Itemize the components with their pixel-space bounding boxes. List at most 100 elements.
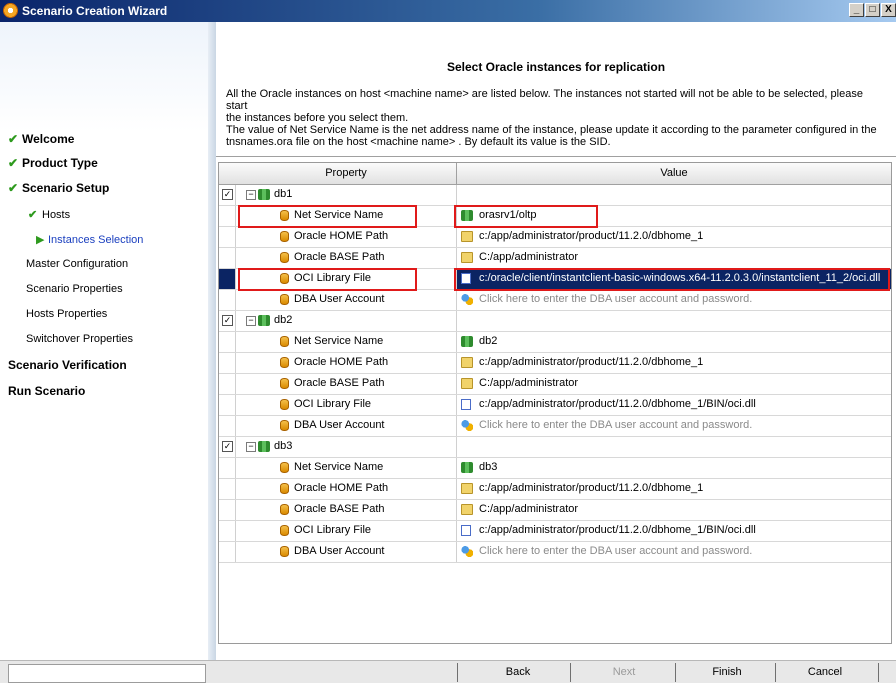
property-cell: − db1: [236, 185, 457, 205]
user-icon: [461, 546, 473, 557]
property-row[interactable]: Oracle HOME Path c:/app/administrator/pro…: [219, 479, 891, 500]
value-cell[interactable]: c:/app/administrator/product/11.2.0/dbho…: [457, 227, 891, 247]
step-hosts-properties[interactable]: Hosts Properties: [26, 308, 107, 320]
value-cell[interactable]: c:/app/administrator/product/11.2.0/dbho…: [457, 521, 891, 541]
collapse-toggle-icon[interactable]: −: [246, 190, 256, 200]
step-switchover-properties[interactable]: Switchover Properties: [26, 333, 133, 345]
step-label: Master Configuration: [26, 258, 129, 270]
property-row[interactable]: Oracle BASE Path C:/app/administrator: [219, 500, 891, 521]
property-row[interactable]: DBA User Account Click here to enter the …: [219, 542, 891, 563]
property-label: Oracle HOME Path: [294, 356, 389, 368]
value-cell[interactable]: c:/app/administrator/product/11.2.0/dbho…: [457, 479, 891, 499]
property-value: c:/app/administrator/product/11.2.0/dbho…: [479, 398, 756, 410]
property-cell: − db3: [236, 437, 457, 457]
value-cell[interactable]: c:/app/administrator/product/11.2.0/dbho…: [457, 395, 891, 415]
property-row[interactable]: Oracle BASE Path C:/app/administrator: [219, 374, 891, 395]
value-cell[interactable]: C:/app/administrator: [457, 374, 891, 394]
value-cell[interactable]: c:/app/administrator/product/11.2.0/dbho…: [457, 353, 891, 373]
step-product-type[interactable]: ✔ Product Type: [8, 156, 98, 170]
instance-row[interactable]: ✓ − db1: [219, 185, 891, 206]
property-row[interactable]: DBA User Account Click here to enter the …: [219, 290, 891, 311]
instance-row[interactable]: ✓ − db2: [219, 311, 891, 332]
property-row[interactable]: Oracle HOME Path c:/app/administrator/pro…: [219, 227, 891, 248]
value-cell[interactable]: Click here to enter the DBA user account…: [457, 416, 891, 436]
instance-checkbox[interactable]: ✓: [222, 315, 233, 326]
cancel-button[interactable]: Cancel: [800, 663, 850, 682]
property-cell: Oracle HOME Path: [236, 227, 457, 247]
property-row[interactable]: Net Service Name orasrv1/oltp: [219, 206, 891, 227]
property-icon: [280, 483, 289, 494]
row-gutter: [219, 395, 236, 415]
value-cell: [457, 311, 891, 331]
status-box: [8, 664, 206, 683]
close-button[interactable]: X: [881, 3, 896, 17]
instance-checkbox[interactable]: ✓: [222, 441, 233, 452]
collapse-toggle-icon[interactable]: −: [246, 442, 256, 452]
property-icon: [280, 504, 289, 515]
step-run-scenario[interactable]: Run Scenario: [8, 384, 85, 398]
property-row[interactable]: Oracle BASE Path C:/app/administrator: [219, 248, 891, 269]
step-instances-selection[interactable]: ▶ Instances Selection: [36, 233, 143, 246]
instance-row[interactable]: ✓ − db3: [219, 437, 891, 458]
value-cell[interactable]: c:/oracle/client/instantclient-basic-win…: [457, 269, 891, 289]
row-gutter: [219, 227, 236, 247]
property-value: C:/app/administrator: [479, 251, 579, 263]
row-gutter: [219, 332, 236, 352]
property-cell: Net Service Name: [236, 332, 457, 352]
user-icon: [461, 420, 473, 431]
property-icon: [280, 546, 289, 557]
database-icon: [258, 441, 270, 452]
value-cell[interactable]: db3: [457, 458, 891, 478]
row-gutter: [219, 416, 236, 436]
back-button[interactable]: Back: [498, 663, 538, 682]
column-header-property[interactable]: Property: [236, 167, 456, 179]
property-row[interactable]: OCI Library File c:/app/administrator/pro…: [219, 521, 891, 542]
property-row[interactable]: DBA User Account Click here to enter the …: [219, 416, 891, 437]
property-value: c:/app/administrator/product/11.2.0/dbho…: [479, 230, 704, 242]
value-cell[interactable]: C:/app/administrator: [457, 248, 891, 268]
step-label: Hosts: [42, 209, 71, 221]
row-gutter: [219, 353, 236, 373]
step-scenario-verification[interactable]: Scenario Verification: [8, 358, 127, 372]
property-row[interactable]: Oracle HOME Path c:/app/administrator/pro…: [219, 353, 891, 374]
instances-grid[interactable]: Property Value ✓ − db1 Net Service Name oras…: [218, 162, 892, 644]
finish-button[interactable]: Finish: [704, 663, 750, 682]
step-master-configuration[interactable]: Master Configuration: [26, 258, 128, 270]
property-value[interactable]: Click here to enter the DBA user account…: [479, 545, 752, 557]
window-title: Scenario Creation Wizard: [22, 4, 168, 18]
step-hosts[interactable]: ✔ Hosts: [28, 208, 70, 221]
value-cell[interactable]: C:/app/administrator: [457, 500, 891, 520]
value-cell[interactable]: db2: [457, 332, 891, 352]
property-icon: [280, 273, 289, 284]
description-line: All the Oracle instances on host <machin…: [226, 88, 863, 112]
value-cell[interactable]: orasrv1/oltp: [457, 206, 891, 226]
property-cell: Oracle BASE Path: [236, 374, 457, 394]
column-header-value[interactable]: Value: [457, 167, 891, 179]
step-welcome[interactable]: ✔ Welcome: [8, 132, 74, 146]
checkmark-icon: ✔: [8, 181, 19, 195]
step-scenario-properties[interactable]: Scenario Properties: [26, 283, 123, 295]
property-value: c:/app/administrator/product/11.2.0/dbho…: [479, 356, 704, 368]
maximize-button[interactable]: □: [865, 3, 880, 17]
step-scenario-setup[interactable]: ✔ Scenario Setup: [8, 181, 109, 195]
db-icon: [461, 210, 473, 221]
instance-checkbox[interactable]: ✓: [222, 189, 233, 200]
property-row[interactable]: Net Service Name db2: [219, 332, 891, 353]
property-value[interactable]: Click here to enter the DBA user account…: [479, 293, 752, 305]
collapse-toggle-icon[interactable]: −: [246, 316, 256, 326]
step-label: Scenario Properties: [26, 283, 123, 295]
property-row[interactable]: OCI Library File c:/oracle/client/instant…: [219, 269, 891, 290]
property-row[interactable]: Net Service Name db3: [219, 458, 891, 479]
property-value: c:/app/administrator/product/11.2.0/dbho…: [479, 524, 756, 536]
property-row[interactable]: OCI Library File c:/app/administrator/pro…: [219, 395, 891, 416]
property-cell: OCI Library File: [236, 395, 457, 415]
next-button[interactable]: Next: [604, 663, 644, 682]
button-separator: [878, 663, 879, 682]
value-cell[interactable]: Click here to enter the DBA user account…: [457, 290, 891, 310]
property-value[interactable]: Click here to enter the DBA user account…: [479, 419, 752, 431]
minimize-button[interactable]: _: [849, 3, 864, 17]
property-label: Oracle BASE Path: [294, 503, 385, 515]
pane-divider: [208, 22, 216, 660]
checkmark-icon: ✔: [8, 132, 19, 146]
value-cell[interactable]: Click here to enter the DBA user account…: [457, 542, 891, 562]
